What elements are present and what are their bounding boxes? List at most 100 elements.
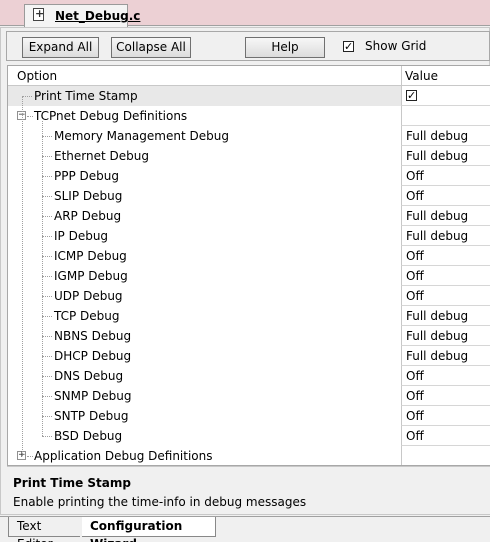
value-cell[interactable]: Full debug — [401, 206, 490, 226]
option-cell[interactable]: DNS Debug — [8, 366, 401, 386]
value-cell[interactable]: Off — [401, 266, 490, 286]
file-tab[interactable]: Net_Debug.c — [24, 4, 140, 27]
option-value[interactable]: Off — [406, 289, 424, 303]
configuration-wizard-panel: Expand All Collapse All Help ✓ Show Grid… — [0, 27, 490, 515]
option-cell[interactable]: ARP Debug — [8, 206, 401, 226]
option-cell[interactable]: NBNS Debug — [8, 326, 401, 346]
option-value[interactable]: Off — [406, 409, 424, 423]
tab-text-editor[interactable]: Text Editor — [8, 517, 80, 542]
option-checkbox[interactable]: ✓ — [406, 90, 417, 101]
value-cell[interactable]: Off — [401, 386, 490, 406]
option-value[interactable]: Off — [406, 189, 424, 203]
option-cell[interactable]: − TCPnet Debug Definitions — [8, 106, 401, 126]
option-label: DNS Debug — [54, 369, 124, 383]
option-cell[interactable]: SNMP Debug — [8, 386, 401, 406]
value-cell[interactable]: Off — [401, 186, 490, 206]
value-cell[interactable]: Full debug — [401, 326, 490, 346]
tree-connector — [42, 136, 52, 137]
tree-child-row[interactable]: DNS Debug Off — [8, 366, 490, 386]
show-grid-checkbox[interactable]: ✓ — [343, 41, 354, 52]
option-cell[interactable]: UDP Debug — [8, 286, 401, 306]
option-label: Memory Management Debug — [54, 129, 229, 143]
value-cell[interactable]: Full debug — [401, 346, 490, 366]
tab-configuration-wizard[interactable]: Configuration Wizard — [82, 517, 216, 542]
tree-child-row[interactable]: Memory Management Debug Full debug — [8, 126, 490, 146]
value-cell[interactable] — [401, 106, 490, 126]
tree-child-row[interactable]: IP Debug Full debug — [8, 226, 490, 246]
value-cell[interactable]: Full debug — [401, 146, 490, 166]
option-cell[interactable]: Memory Management Debug — [8, 126, 401, 146]
option-value[interactable]: Off — [406, 169, 424, 183]
option-value[interactable]: Off — [406, 369, 424, 383]
tree-child-row[interactable]: TCP Debug Full debug — [8, 306, 490, 326]
option-value[interactable]: Off — [406, 269, 424, 283]
option-column-header[interactable]: Option — [17, 69, 57, 83]
option-label: NBNS Debug — [54, 329, 132, 343]
option-value[interactable]: Full debug — [406, 329, 468, 343]
option-value[interactable]: Full debug — [406, 129, 468, 143]
value-cell[interactable]: Off — [401, 246, 490, 266]
value-cell[interactable]: Full debug — [401, 126, 490, 146]
value-cell[interactable]: Off — [401, 366, 490, 386]
option-label: ARP Debug — [54, 209, 122, 223]
option-cell[interactable]: IGMP Debug — [8, 266, 401, 286]
tree-child-row[interactable]: NBNS Debug Full debug — [8, 326, 490, 346]
expand-all-button[interactable]: Expand All — [22, 37, 99, 58]
option-label: SLIP Debug — [54, 189, 123, 203]
tree-connector — [42, 396, 52, 397]
tree-line — [22, 96, 23, 456]
tree-child-row[interactable]: ARP Debug Full debug — [8, 206, 490, 226]
tree-child-row[interactable]: BSD Debug Off — [8, 426, 490, 446]
help-button[interactable]: Help — [245, 37, 325, 58]
value-cell[interactable]: Off — [401, 406, 490, 426]
option-cell[interactable]: SLIP Debug — [8, 186, 401, 206]
tree-group-row[interactable]: + Application Debug Definitions — [8, 446, 490, 465]
collapse-all-button[interactable]: Collapse All — [111, 37, 191, 58]
show-grid-toggle[interactable]: ✓ Show Grid — [343, 39, 463, 57]
option-cell[interactable]: Print Time Stamp — [8, 86, 401, 106]
tree-child-row[interactable]: DHCP Debug Full debug — [8, 346, 490, 366]
option-cell[interactable]: Ethernet Debug — [8, 146, 401, 166]
c-file-icon — [33, 7, 44, 21]
option-label: TCP Debug — [54, 309, 120, 323]
option-value[interactable]: Off — [406, 429, 424, 443]
value-cell[interactable]: Full debug — [401, 226, 490, 246]
option-cell[interactable]: IP Debug — [8, 226, 401, 246]
value-cell[interactable]: Full debug — [401, 306, 490, 326]
tree-connector — [42, 296, 52, 297]
column-divider[interactable] — [401, 66, 402, 86]
option-value[interactable]: Full debug — [406, 349, 468, 363]
value-cell[interactable]: Off — [401, 286, 490, 306]
value-column-header[interactable]: Value — [405, 69, 438, 83]
option-cell[interactable]: PPP Debug — [8, 166, 401, 186]
value-cell[interactable]: Off — [401, 426, 490, 446]
option-value[interactable]: Full debug — [406, 209, 468, 223]
value-cell[interactable] — [401, 446, 490, 465]
tree-child-row[interactable]: Ethernet Debug Full debug — [8, 146, 490, 166]
option-cell[interactable]: + Application Debug Definitions — [8, 446, 401, 465]
option-value[interactable]: Off — [406, 389, 424, 403]
value-cell[interactable]: Off — [401, 166, 490, 186]
option-value[interactable]: Full debug — [406, 149, 468, 163]
tree-option-row[interactable]: Print Time Stamp ✓ — [8, 86, 490, 106]
option-label: BSD Debug — [54, 429, 123, 443]
tree-child-row[interactable]: ICMP Debug Off — [8, 246, 490, 266]
tree-child-row[interactable]: UDP Debug Off — [8, 286, 490, 306]
tree-child-row[interactable]: PPP Debug Off — [8, 166, 490, 186]
tree-child-row[interactable]: SLIP Debug Off — [8, 186, 490, 206]
tree-connector — [42, 156, 52, 157]
tree-child-row[interactable]: IGMP Debug Off — [8, 266, 490, 286]
option-value[interactable]: Full debug — [406, 309, 468, 323]
value-cell[interactable]: ✓ — [401, 86, 490, 106]
tree-group-row[interactable]: − TCPnet Debug Definitions — [8, 106, 490, 126]
option-cell[interactable]: BSD Debug — [8, 426, 401, 446]
option-value[interactable]: Full debug — [406, 229, 468, 243]
option-cell[interactable]: TCP Debug — [8, 306, 401, 326]
option-cell[interactable]: SNTP Debug — [8, 406, 401, 426]
tree-connector — [22, 96, 32, 97]
option-cell[interactable]: DHCP Debug — [8, 346, 401, 366]
option-value[interactable]: Off — [406, 249, 424, 263]
option-cell[interactable]: ICMP Debug — [8, 246, 401, 266]
tree-child-row[interactable]: SNTP Debug Off — [8, 406, 490, 426]
tree-child-row[interactable]: SNMP Debug Off — [8, 386, 490, 406]
